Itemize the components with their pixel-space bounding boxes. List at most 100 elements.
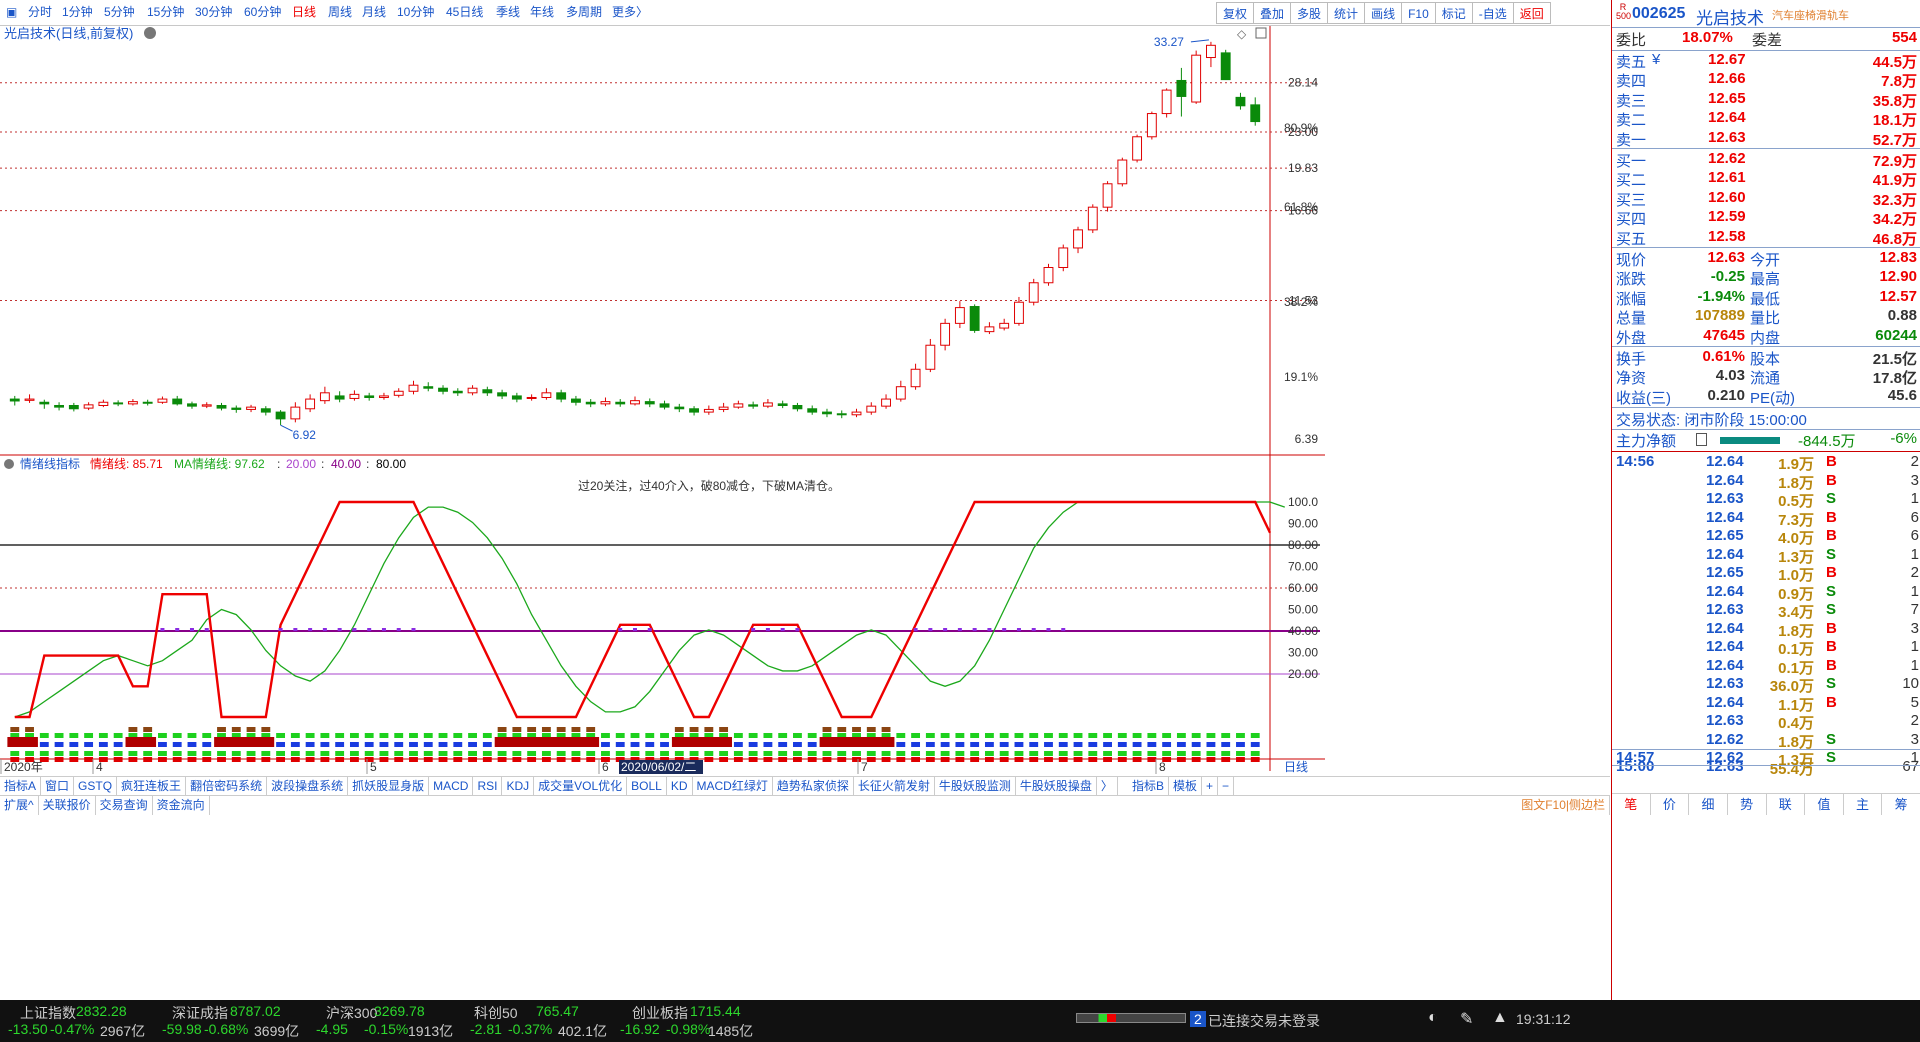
toolbar-button[interactable]: 返回: [1512, 2, 1551, 24]
indicator-tab[interactable]: +: [1202, 777, 1218, 796]
signal-dot: [396, 628, 401, 631]
signal-block: [1029, 733, 1039, 738]
signal-block: [482, 733, 492, 738]
period-tab[interactable]: 1分钟: [62, 0, 93, 24]
indicator-tab[interactable]: 指标A: [0, 777, 42, 796]
indicator-tab[interactable]: 窗口: [41, 777, 75, 796]
indicator-tab[interactable]: 疯狂连板王: [117, 777, 187, 796]
f10-sidebar-toggle[interactable]: 图文F10|侧边栏: [1517, 796, 1610, 815]
period-tab[interactable]: 日线: [292, 0, 316, 24]
signal-block: [143, 751, 153, 756]
detail-tab[interactable]: 联: [1767, 794, 1806, 815]
toolbar-button[interactable]: 叠加: [1253, 2, 1292, 24]
detail-tab[interactable]: 细: [1689, 794, 1728, 815]
indicator-tab[interactable]: 成交量VOL优化: [534, 777, 628, 796]
period-tab[interactable]: 周线: [328, 0, 352, 24]
period-tab[interactable]: 5分钟: [104, 0, 135, 24]
indicator-tab[interactable]: 波段操盘系统: [267, 777, 349, 796]
signal-block: [541, 751, 551, 756]
indicator-tab[interactable]: MACD: [429, 777, 474, 796]
indicator-tab[interactable]: MACD红绿灯: [693, 777, 773, 796]
indicator-tab[interactable]: 趋势私家侦探: [773, 777, 854, 796]
bottom-zone-block: [258, 737, 275, 747]
kline-chart[interactable]: 光启技术(日线,前复权)28.1423.0019.8316.6611.536.3…: [0, 26, 1325, 774]
candle: [1191, 50, 1202, 104]
indicator-tab[interactable]: RSI: [473, 777, 503, 796]
toolbar-button[interactable]: F10: [1401, 2, 1436, 24]
period-tab[interactable]: 60分钟: [244, 0, 281, 24]
index-name[interactable]: 深证成指: [172, 1003, 228, 1023]
detail-tab[interactable]: 主: [1844, 794, 1883, 815]
index-name[interactable]: 上证指数: [20, 1003, 76, 1023]
bell-muted-icon[interactable]: ◐: [1428, 1009, 1438, 1027]
indicator-tab[interactable]: BOLL: [627, 777, 667, 796]
stock-concept-tag[interactable]: 汽车座椅滑轨车: [1772, 7, 1849, 23]
ask-label: 卖二: [1616, 112, 1647, 130]
tick-count: 67: [1902, 758, 1919, 775]
indicator-tab[interactable]: 模板: [1169, 777, 1202, 796]
indicator-tab[interactable]: 〉: [1097, 777, 1118, 796]
tick-row[interactable]: 15:00 12.63 55.4万 67: [1612, 758, 1920, 780]
detail-tab[interactable]: 笔: [1612, 794, 1651, 815]
toolbar-button[interactable]: 统计: [1327, 2, 1366, 24]
period-tab[interactable]: 季线: [496, 0, 520, 24]
indicator-tab[interactable]: KDJ: [502, 777, 535, 796]
window-icon[interactable]: ▣: [6, 0, 17, 24]
period-tab[interactable]: 多周期: [566, 0, 602, 24]
quote-row[interactable]: 收益(三) 0.210 PE(动) 45.6: [1612, 387, 1920, 409]
extension-tab[interactable]: 交易查询: [96, 796, 153, 815]
toolbar-button[interactable]: 画线: [1364, 2, 1403, 24]
signal-block: [1132, 751, 1142, 756]
svg-text::: :: [366, 457, 369, 471]
period-tab[interactable]: 30分钟: [195, 0, 232, 24]
login-status[interactable]: 交易未登录: [1250, 1011, 1320, 1031]
indicator-tab[interactable]: 指标B: [1128, 777, 1169, 796]
index-name[interactable]: 创业板指: [632, 1003, 688, 1023]
list-icon[interactable]: [1696, 433, 1707, 446]
period-tab[interactable]: 15分钟: [147, 0, 184, 24]
tool-icon[interactable]: ✎: [1460, 1009, 1473, 1029]
tick-count: 2: [1910, 712, 1919, 729]
period-tab[interactable]: 更多〉: [612, 0, 648, 24]
signal-block: [1014, 733, 1024, 738]
indicator-tab[interactable]: 长征火箭发射: [854, 777, 935, 796]
signal-block: [1044, 733, 1053, 738]
indicator-tab[interactable]: 抓妖股显身版: [348, 777, 430, 796]
toolbar-button[interactable]: 标记: [1434, 2, 1473, 24]
period-tab[interactable]: 10分钟: [397, 0, 434, 24]
bell-icon[interactable]: ▲: [1492, 1009, 1508, 1027]
indicator-tab[interactable]: KD: [667, 777, 693, 796]
toolbar-button[interactable]: 多股: [1290, 2, 1329, 24]
signal-block: [1073, 742, 1083, 747]
period-tab[interactable]: 分时: [28, 0, 52, 24]
cycle-label[interactable]: 日线: [1284, 760, 1308, 774]
clock: 19:31:12: [1516, 1011, 1571, 1027]
detail-tab[interactable]: 值: [1805, 794, 1844, 815]
detail-tab[interactable]: 价: [1651, 794, 1690, 815]
extension-tab[interactable]: 资金流向: [153, 796, 210, 815]
detail-tab[interactable]: 势: [1728, 794, 1767, 815]
indicator-tab[interactable]: GSTQ: [74, 777, 118, 796]
period-tab[interactable]: 年线: [530, 0, 554, 24]
diamond-icon[interactable]: ◇: [1237, 27, 1247, 41]
period-tab[interactable]: 45日线: [446, 0, 483, 24]
detail-tab[interactable]: 筹: [1882, 794, 1920, 815]
indicator-tab[interactable]: 翻倍密码系统: [186, 777, 268, 796]
extension-tab[interactable]: 关联报价: [39, 796, 96, 815]
indicator-tab[interactable]: 牛股妖股监测: [935, 777, 1016, 796]
bottom-zone-block: [22, 737, 38, 747]
toolbar-button[interactable]: 复权: [1216, 2, 1255, 24]
ask-volume: 18.1万: [1872, 112, 1917, 130]
signal-block: [246, 751, 256, 756]
toolbar-button[interactable]: -自选: [1471, 2, 1514, 24]
bottom-zone-block: [494, 737, 511, 747]
extension-tab[interactable]: 扩展^: [0, 796, 39, 815]
bid-price: 12.61: [1708, 169, 1746, 187]
settings-icon[interactable]: [144, 27, 156, 39]
signal-block: [364, 733, 374, 738]
index-name[interactable]: 沪深300: [326, 1003, 377, 1023]
period-tab[interactable]: 月线: [362, 0, 386, 24]
indicator-tab[interactable]: −: [1218, 777, 1234, 796]
index-name[interactable]: 科创50: [474, 1003, 518, 1023]
indicator-tab[interactable]: 牛股妖股操盘: [1016, 777, 1097, 796]
